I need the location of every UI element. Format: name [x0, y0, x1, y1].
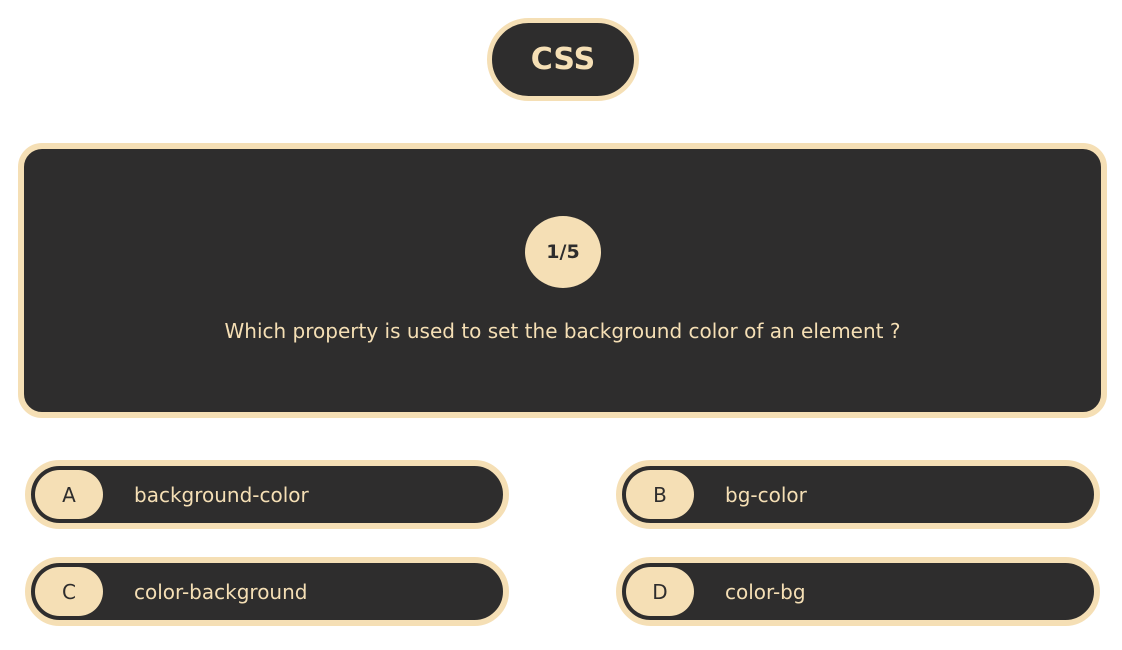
question-counter: 1/5	[525, 216, 601, 288]
option-letter-badge: C	[35, 567, 103, 616]
answer-option-d[interactable]: D color-bg	[616, 557, 1100, 626]
option-label: background-color	[134, 482, 309, 507]
answer-option-a[interactable]: A background-color	[25, 460, 509, 529]
option-label: bg-color	[725, 482, 807, 507]
answer-option-c[interactable]: C color-background	[25, 557, 509, 626]
quiz-page: CSS 1/5 Which property is used to set th…	[0, 0, 1122, 650]
option-label: color-background	[134, 579, 308, 604]
subject-title: CSS	[487, 18, 639, 101]
question-card: 1/5 Which property is used to set the ba…	[18, 143, 1107, 418]
option-label: color-bg	[725, 579, 806, 604]
option-letter-badge: B	[626, 470, 694, 519]
option-letter-badge: D	[626, 567, 694, 616]
option-letter-badge: A	[35, 470, 103, 519]
question-text: Which property is used to set the backgr…	[224, 319, 901, 343]
answer-option-b[interactable]: B bg-color	[616, 460, 1100, 529]
